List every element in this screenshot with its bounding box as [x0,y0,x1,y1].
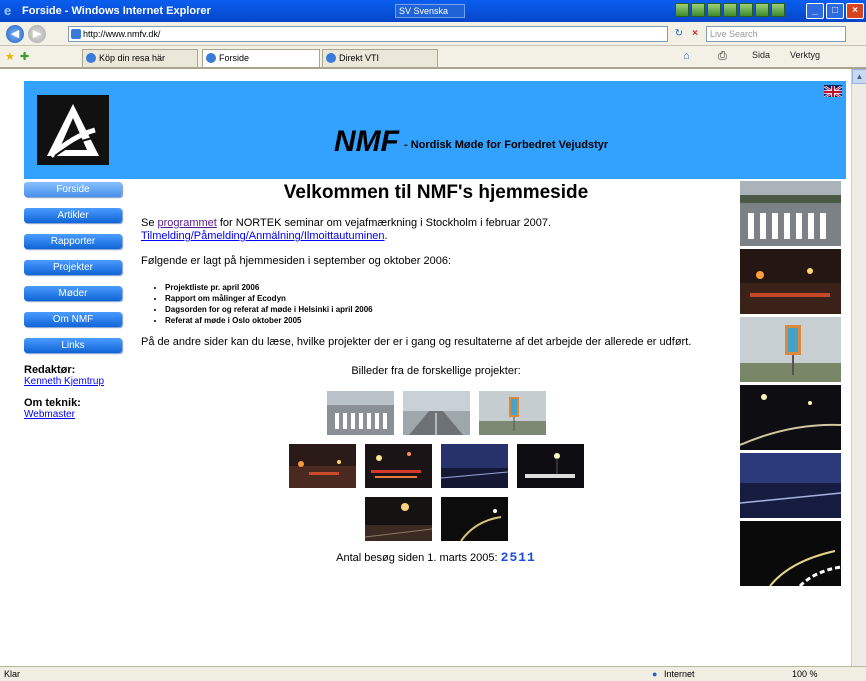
editor-link[interactable]: Kenneth Kjemtrup [24,376,124,387]
list-item: Dagsorden for og referat af møde i Helsi… [165,304,731,315]
photo-crosswalk[interactable] [740,181,841,246]
photo-night-road[interactable] [740,385,841,450]
sidebar-item-links[interactable]: Links [24,338,122,353]
tray-app-icon[interactable] [675,3,689,17]
minimize-button[interactable]: _ [806,3,824,19]
sidebar-item-artikler[interactable]: Artikler [24,208,122,223]
tab-favicon-icon [206,53,216,63]
brand-name: NMF [334,125,399,158]
tab-favicon-icon [326,53,336,63]
close-window-button[interactable]: × [846,3,864,19]
sidebar: Forside Artikler Rapporter Projekter Mød… [24,182,124,430]
photo-sign-thumbnail[interactable] [478,391,546,435]
address-field[interactable]: http://www.nmfv.dk/ [68,26,668,42]
photo-night-thumbnail[interactable] [364,497,432,541]
list-item: Projektliste pr. april 2006 [165,282,731,293]
refresh-icon[interactable]: ↻ [672,27,686,41]
address-toolbar: ◀ ▶ http://www.nmfv.dk/ ↻ × Live Search [0,22,866,46]
tab-favicon-icon [86,53,96,63]
programme-link[interactable]: programmet [158,217,217,229]
print-icon[interactable]: ⎙ [718,50,727,63]
tab-forside[interactable]: Forside [202,49,320,67]
tools-menu[interactable]: Verktyg [790,50,820,60]
photo-night-thumbnail[interactable] [288,444,356,488]
search-input[interactable]: Live Search [706,26,846,42]
list-item: Rapport om målinger af Ecodyn [165,293,731,304]
page-title: Velkommen til NMF's hjemmeside [283,182,589,203]
thumbnail-row [141,444,731,488]
photo-column [740,181,841,589]
language-indicator[interactable]: SV Svenska [395,4,465,18]
tray-app-icon[interactable] [707,3,721,17]
taskbar-tray [675,3,785,17]
tray-app-icon[interactable] [755,3,769,17]
tray-app-icon[interactable] [771,3,785,17]
page-favicon-icon [71,29,81,39]
visit-counter-value: 2511 [500,550,536,565]
back-button[interactable]: ◀ [6,25,24,43]
signup-link[interactable]: Tilmelding/Påmelding/Anmälning/Ilmoittau… [141,230,385,242]
sidebar-item-forside[interactable]: Forside [24,182,122,197]
photo-night-thumbnail[interactable] [516,444,584,488]
ie-logo-icon: e [4,3,12,18]
photo-night-thumbnail[interactable] [440,497,508,541]
photo-dusk-thumbnail[interactable] [440,444,508,488]
images-caption: Billeder fra de forskellige projekter: [351,365,521,377]
status-text: Klar [4,669,21,679]
scroll-up-icon[interactable]: ▲ [852,69,866,84]
sidebar-item-rapporter[interactable]: Rapporter [24,234,122,249]
vertical-scrollbar[interactable]: ▲ [851,69,866,666]
zoom-level[interactable]: 100 % [792,667,818,681]
thumbnail-row [141,497,731,541]
main-content: Velkommen til NMF's hjemmeside Se progra… [141,182,731,565]
tray-app-icon[interactable] [723,3,737,17]
thumbnail-row [141,391,731,435]
photo-crosswalk-thumbnail[interactable] [326,391,394,435]
favorites-star-icon[interactable]: ★ [5,50,15,63]
editor-label: Redaktør: [24,364,76,376]
photo-night-curve[interactable] [740,521,841,586]
intro-paragraph: Se programmet for NORTEK seminar om veja… [141,217,552,242]
status-bar: Klar ● Internet 100 % [0,666,866,681]
road-logo-icon [47,104,99,158]
tech-label: Om teknik: [24,397,81,409]
tab-direkt-vti[interactable]: Direkt VTI [322,49,438,67]
photo-sign[interactable] [740,317,841,382]
updates-intro: Følgende er lagt på hjemmesiden i septem… [141,255,452,267]
photo-dusk-road[interactable] [740,453,841,518]
tab-bar: ★ ✚ Köp din resa här Forside Direkt VTI … [0,46,866,68]
window-title: Forside - Windows Internet Explorer [22,5,211,17]
security-zone: Internet [664,669,695,679]
sidebar-item-moder[interactable]: Møder [24,286,122,301]
tray-app-icon[interactable] [739,3,753,17]
visit-counter: Antal besøg siden 1. marts 2005: 2511 [336,550,536,565]
sidebar-item-projekter[interactable]: Projekter [24,260,122,275]
photo-road-thumbnail[interactable] [402,391,470,435]
stop-icon[interactable]: × [688,27,702,41]
site-banner: NMF - Nordisk Møde for Forbedret Vejudst… [24,81,846,179]
forward-button[interactable]: ▶ [28,25,46,43]
webmaster-link[interactable]: Webmaster [24,409,124,420]
tab-kop-din-resa[interactable]: Köp din resa här [82,49,198,67]
nmf-logo[interactable] [37,95,109,165]
updates-list: Projektliste pr. april 2006 Rapport om m… [165,282,731,326]
globe-icon: ● [652,669,658,679]
page-menu[interactable]: Sida [752,50,770,60]
maximize-button[interactable]: □ [826,3,844,19]
list-item: Referat af møde i Oslo oktober 2005 [165,315,731,326]
home-icon[interactable]: ⌂ [683,50,690,62]
tray-app-icon[interactable] [691,3,705,17]
address-value: http://www.nmfv.dk/ [83,29,161,39]
english-flag-icon[interactable] [824,85,842,97]
other-pages-paragraph: På de andre sider kan du læse, hvilke pr… [141,336,692,348]
photo-night-traffic[interactable] [740,249,841,314]
add-favorite-icon[interactable]: ✚ [20,50,29,63]
sidebar-item-om-nmf[interactable]: Om NMF [24,312,122,327]
photo-night-thumbnail[interactable] [364,444,432,488]
brand-subtitle: - Nordisk Møde for Forbedret Vejudstyr [404,139,609,151]
